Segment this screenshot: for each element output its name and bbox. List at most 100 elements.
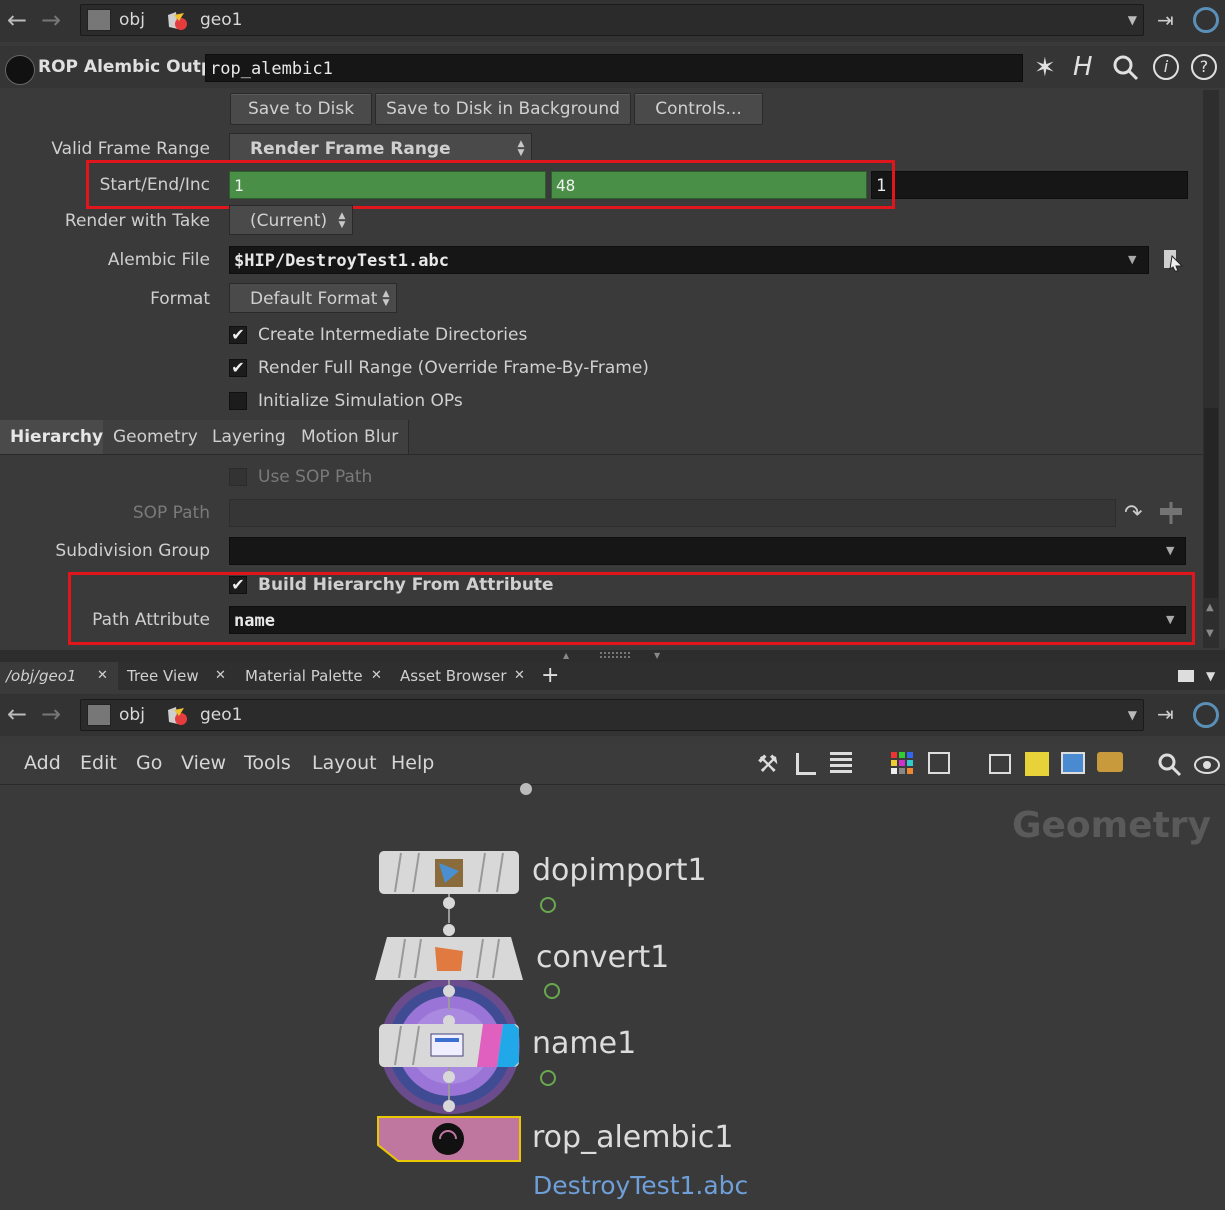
menu-add[interactable]: Add [24, 744, 61, 782]
tab-geometry[interactable]: Geometry [103, 420, 209, 454]
close-icon[interactable]: ✕ [371, 662, 382, 690]
menu-layout[interactable]: Layout [312, 744, 377, 782]
subdivision-dropdown-icon[interactable]: ▼ [1166, 544, 1174, 557]
node-dopimport1[interactable] [379, 851, 519, 894]
splitter-grip[interactable] [600, 652, 630, 658]
crumb-geo1[interactable]: geo1 [200, 5, 242, 35]
back-arrow-icon[interactable]: ← [4, 7, 30, 33]
info-icon[interactable]: i [1153, 54, 1179, 80]
gear-icon[interactable]: ✶ [1034, 55, 1056, 81]
scroll-up-icon[interactable]: ▲ [1206, 602, 1214, 613]
format-label: Format [150, 289, 210, 309]
output-dot[interactable] [443, 985, 455, 997]
render-full-range-checkbox[interactable]: ✔ [229, 359, 247, 377]
sticky-note-icon[interactable] [1025, 752, 1049, 776]
link-icon[interactable] [1193, 702, 1219, 728]
output-dot[interactable] [443, 897, 455, 909]
node-output-file-label[interactable]: DestroyTest1.abc [533, 1171, 748, 1200]
tab-hierarchy[interactable]: Hierarchy [0, 420, 115, 454]
add-tab-icon[interactable]: + [541, 662, 559, 690]
render-with-take-menu[interactable]: (Current) ▲ ▼ [229, 205, 353, 235]
output-dot[interactable] [443, 1071, 455, 1083]
tab-motion-blur[interactable]: Motion Blur [291, 420, 410, 454]
input-dot[interactable] [443, 1100, 455, 1112]
tab-tree-view[interactable]: Tree View ✕ [119, 662, 235, 690]
top-pathbar: ← → obj geo1 ▼ ⇥ [0, 0, 1225, 42]
network-box-icon[interactable] [989, 754, 1011, 774]
eye-icon[interactable] [1194, 754, 1220, 776]
subdivision-group-field[interactable] [229, 537, 1186, 565]
pane-menu-icon[interactable]: ▼ [1206, 669, 1215, 683]
crumb-obj[interactable]: obj [119, 700, 145, 730]
parm-scrollbar[interactable]: ▲ ▼ [1203, 90, 1219, 648]
tree-layout-icon[interactable] [796, 753, 816, 775]
shapes-icon[interactable] [928, 752, 950, 774]
menu-help[interactable]: Help [391, 744, 434, 782]
inc-frame-field[interactable]: 1 [871, 171, 1188, 199]
network-path-field[interactable]: obj geo1 ▼ [80, 699, 1144, 731]
maximize-icon[interactable] [1178, 670, 1194, 682]
file-chooser-icon[interactable] [1162, 248, 1184, 272]
path-dropdown-icon[interactable]: ▼ [1128, 13, 1137, 27]
node-convert1[interactable] [375, 937, 523, 980]
node-name1[interactable] [379, 1024, 519, 1067]
help-h-icon[interactable]: H [1073, 54, 1093, 80]
input-dot[interactable] [443, 1015, 455, 1027]
tab-network-label: /obj/geo1 [6, 667, 77, 685]
collapse-down-icon[interactable]: ▼ [654, 651, 660, 660]
scroll-down-icon[interactable]: ▼ [1206, 628, 1214, 639]
tools-wrench-icon[interactable]: ⚒ [757, 752, 779, 776]
tab-asset-browser[interactable]: Asset Browser ✕ [390, 662, 530, 690]
menu-go[interactable]: Go [136, 744, 162, 782]
help-icon[interactable]: ? [1191, 54, 1217, 80]
search-icon[interactable] [1157, 752, 1183, 778]
asset-box-icon[interactable] [1097, 752, 1123, 772]
node-name-field[interactable]: rop_alembic1 [205, 54, 1023, 82]
close-icon[interactable]: ✕ [215, 662, 226, 690]
background-image-icon[interactable] [1061, 752, 1085, 774]
crumb-obj[interactable]: obj [119, 5, 145, 35]
valid-frame-range-menu[interactable]: Render Frame Range ▲ ▼ [229, 133, 532, 163]
tab-network[interactable]: /obj/geo1 ✕ [0, 662, 118, 690]
alembic-file-field[interactable]: $HIP/DestroyTest1.abc [229, 246, 1149, 274]
create-dirs-checkbox[interactable]: ✔ [229, 326, 247, 344]
save-to-disk-button[interactable]: Save to Disk [230, 93, 372, 125]
back-arrow-icon[interactable]: ← [4, 701, 30, 727]
init-sim-ops-checkbox[interactable] [229, 392, 247, 410]
rop-alembic-icon [5, 55, 35, 85]
path-dropdown-icon[interactable]: ▼ [1128, 708, 1137, 722]
controls-button[interactable]: Controls... [634, 93, 763, 125]
menu-tools[interactable]: Tools [244, 744, 291, 782]
menu-view[interactable]: View [181, 744, 226, 782]
forward-arrow-icon[interactable]: → [38, 701, 64, 727]
tab-layering[interactable]: Layering [202, 420, 297, 454]
pane-splitter[interactable]: ▲ ▼ [0, 650, 1225, 662]
forward-arrow-icon[interactable]: → [38, 7, 64, 33]
pin-icon[interactable]: ⇥ [1157, 8, 1174, 32]
path-field[interactable]: obj geo1 ▼ [80, 4, 1144, 36]
collapse-up-icon[interactable]: ▲ [563, 651, 569, 660]
sop-path-field[interactable] [229, 499, 1116, 527]
search-icon[interactable] [1112, 54, 1140, 82]
pin-icon[interactable]: ⇥ [1157, 702, 1174, 726]
node-rop-alembic1[interactable] [376, 1115, 522, 1163]
input-dot[interactable] [443, 924, 455, 936]
parm-header: ROP Alembic Output rop_alembic1 ✶ H i ? [0, 46, 1225, 88]
color-palette-icon[interactable] [891, 752, 913, 774]
close-icon[interactable]: ✕ [514, 662, 525, 690]
context-watermark: Geometry [1011, 805, 1211, 846]
use-sop-path-checkbox[interactable] [229, 468, 247, 486]
crumb-geo1[interactable]: geo1 [200, 700, 242, 730]
jump-arrow-icon[interactable]: ↷ [1124, 503, 1142, 525]
file-dropdown-icon[interactable]: ▼ [1128, 253, 1136, 266]
clock-icon [540, 897, 556, 913]
node-chooser-icon[interactable] [1158, 500, 1184, 526]
tab-material-palette[interactable]: Material Palette ✕ [237, 662, 387, 690]
list-view-icon[interactable] [830, 752, 852, 776]
save-background-button[interactable]: Save to Disk in Background [375, 93, 631, 125]
format-menu[interactable]: Default Format ▲ ▼ [229, 283, 397, 313]
init-sim-ops-label: Initialize Simulation OPs [258, 391, 463, 411]
link-icon[interactable] [1193, 7, 1219, 33]
menu-edit[interactable]: Edit [80, 744, 117, 782]
close-icon[interactable]: ✕ [97, 662, 108, 690]
